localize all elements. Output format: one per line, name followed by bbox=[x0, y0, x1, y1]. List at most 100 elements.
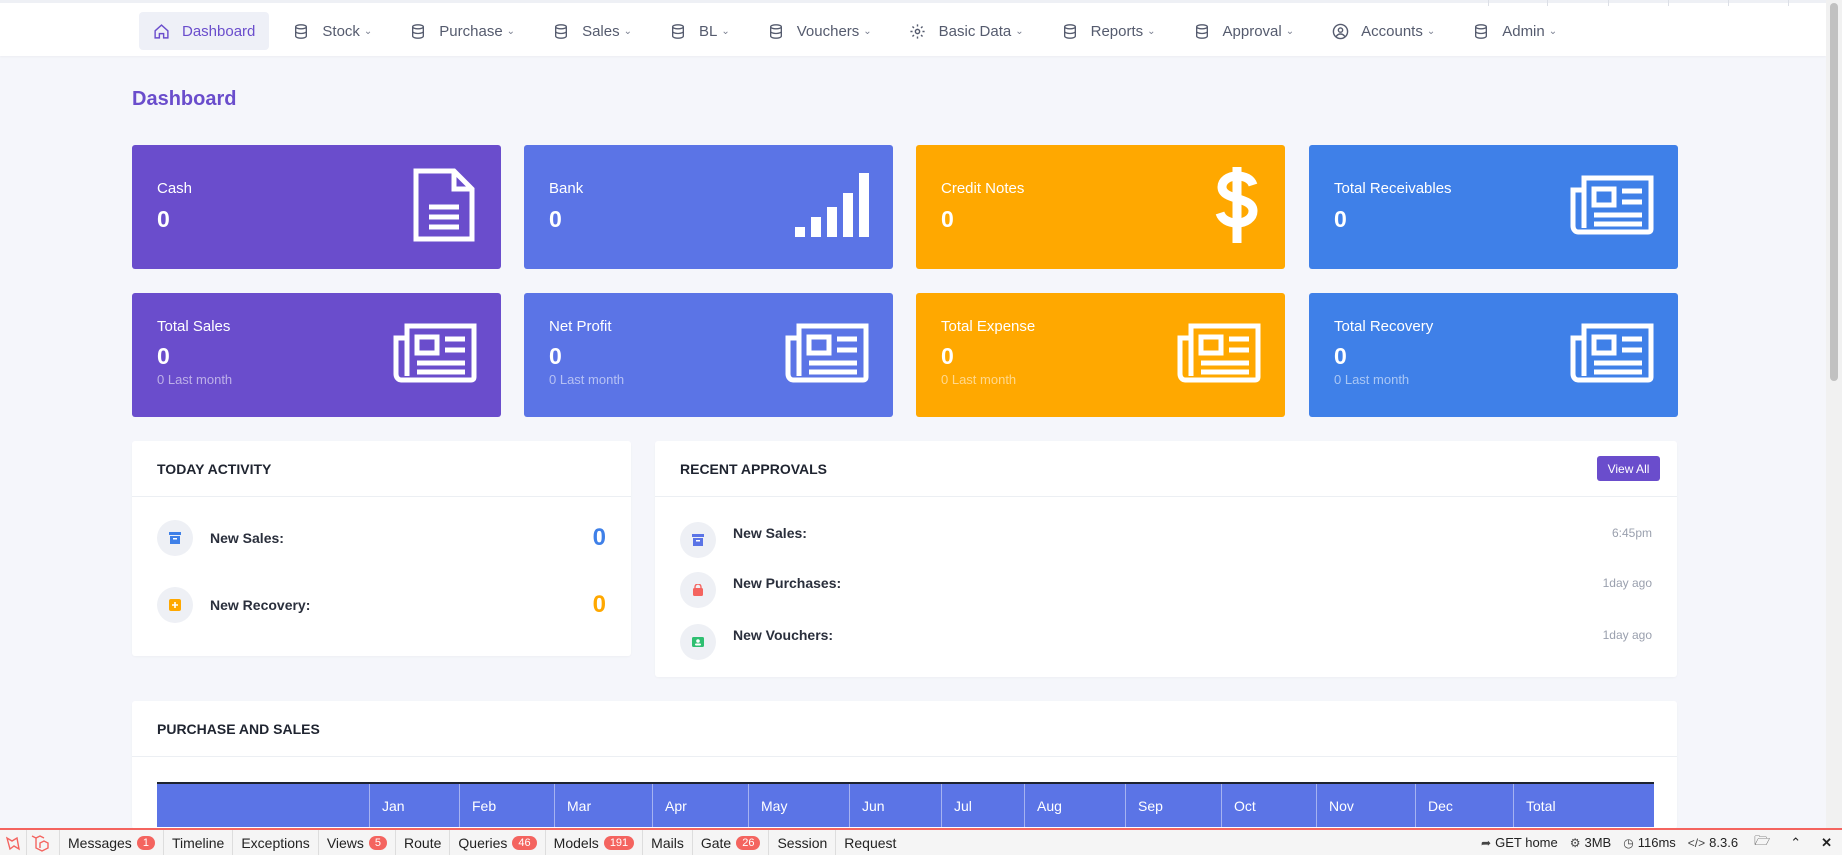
nav-basic-data[interactable]: Basic Data ⌄ bbox=[896, 12, 1038, 50]
stat-value: 0 bbox=[157, 206, 170, 232]
list-item[interactable]: New Sales: 6:45pm bbox=[680, 522, 1652, 558]
debugbar-tab-gate[interactable]: Gate 26 bbox=[693, 830, 770, 855]
debugbar-toggle-icon[interactable] bbox=[0, 830, 27, 855]
table-header-cell: Jul bbox=[941, 784, 1024, 827]
laravel-logo-icon[interactable] bbox=[27, 830, 60, 855]
nav-label: Admin bbox=[1502, 22, 1545, 40]
stat-card-bank[interactable]: Bank 0 bbox=[524, 145, 893, 269]
nav-label: Accounts bbox=[1361, 22, 1423, 40]
plus-square-icon bbox=[157, 587, 193, 623]
share-icon: ➦ bbox=[1481, 835, 1492, 850]
today-activity-card: TODAY ACTIVITY New Sales: 0 New Recovery… bbox=[132, 441, 631, 656]
chevron-down-icon: ⌄ bbox=[1147, 25, 1156, 37]
signal-bars-icon bbox=[795, 173, 869, 242]
stat-label: Total Expense bbox=[941, 318, 1036, 335]
nav-vouchers[interactable]: Vouchers ⌄ bbox=[754, 12, 886, 50]
database-icon bbox=[1061, 22, 1079, 40]
activity-label: New Sales: bbox=[210, 530, 284, 546]
count-badge: 1 bbox=[136, 835, 155, 850]
debugbar-tab-messages[interactable]: Messages 1 bbox=[60, 830, 164, 855]
debugbar-tab-timeline[interactable]: Timeline bbox=[164, 830, 234, 855]
stat-label: Total Receivables bbox=[1334, 180, 1452, 197]
list-item[interactable]: New Vouchers: 1day ago bbox=[680, 624, 1652, 660]
debugbar-tab-exceptions[interactable]: Exceptions bbox=[233, 830, 319, 855]
stat-card-net-profit[interactable]: Net Profit 0 0 Last month bbox=[524, 293, 893, 417]
table-header-cell: Total bbox=[1513, 784, 1654, 827]
table-header-cell: Sep bbox=[1125, 784, 1221, 827]
tab-label: Queries bbox=[458, 834, 508, 851]
nav-label: Basic Data bbox=[938, 22, 1012, 40]
nav-bl[interactable]: BL ⌄ bbox=[656, 12, 744, 50]
tab-label: Views bbox=[326, 834, 364, 851]
nav-stock[interactable]: Stock ⌄ bbox=[279, 12, 386, 50]
shopping-bag-icon bbox=[680, 572, 716, 608]
dollar-icon bbox=[1215, 165, 1259, 250]
nav-accounts[interactable]: Accounts ⌄ bbox=[1318, 12, 1449, 50]
chevron-up-icon[interactable]: ⌃ bbox=[1780, 835, 1811, 851]
php-version-indicator[interactable]: </> 8.3.6 bbox=[1682, 835, 1744, 850]
table-header-cell: Aug bbox=[1024, 784, 1125, 827]
view-all-button[interactable]: View All bbox=[1597, 456, 1660, 481]
time-indicator[interactable]: ◷ 116ms bbox=[1617, 835, 1682, 850]
debugbar-tab-queries[interactable]: Queries 46 bbox=[450, 830, 546, 855]
stat-label: Total Sales bbox=[157, 318, 231, 335]
divider bbox=[1728, 0, 1729, 6]
page-scrollbar[interactable] bbox=[1826, 0, 1842, 828]
stat-value: 0 bbox=[1334, 343, 1347, 369]
debugbar-tab-views[interactable]: Views 5 bbox=[319, 830, 397, 855]
tab-label: Messages bbox=[68, 834, 132, 851]
table-header-cell: Feb bbox=[459, 784, 554, 827]
close-icon[interactable]: ✕ bbox=[1811, 835, 1842, 851]
nav-reports[interactable]: Reports ⌄ bbox=[1048, 12, 1170, 50]
list-item[interactable]: New Purchases: 1day ago bbox=[680, 572, 1652, 608]
nav-label: BL bbox=[698, 22, 718, 40]
stat-card-total-expense[interactable]: Total Expense 0 0 Last month bbox=[916, 293, 1285, 417]
php-version-text: 8.3.6 bbox=[1709, 835, 1739, 850]
divider bbox=[1668, 0, 1669, 6]
stat-card-credit-notes[interactable]: Credit Notes 0 bbox=[916, 145, 1285, 269]
stat-sub: 0 Last month bbox=[157, 372, 233, 387]
stat-label: Net Profit bbox=[549, 318, 612, 335]
stat-card-total-recovery[interactable]: Total Recovery 0 0 Last month bbox=[1309, 293, 1678, 417]
stat-card-total-sales[interactable]: Total Sales 0 0 Last month bbox=[132, 293, 501, 417]
stat-value: 0 bbox=[549, 206, 562, 232]
nav-dashboard[interactable]: Dashboard bbox=[139, 12, 270, 50]
debugbar-tab-models[interactable]: Models 191 bbox=[546, 830, 644, 855]
newspaper-icon bbox=[1177, 323, 1261, 388]
debugbar: Messages 1 Timeline Exceptions Views 5 Rou… bbox=[0, 828, 1842, 855]
nav-approval[interactable]: Approval ⌄ bbox=[1180, 12, 1309, 50]
debugbar-tab-request[interactable]: Request bbox=[836, 830, 904, 855]
route-text: GET home bbox=[1495, 835, 1558, 850]
route-indicator[interactable]: ➦ GET home bbox=[1475, 835, 1564, 850]
stat-card-total-receivables[interactable]: Total Receivables 0 bbox=[1309, 145, 1678, 269]
approval-time: 6:45pm bbox=[1611, 526, 1652, 540]
count-badge: 46 bbox=[512, 835, 537, 850]
nav-label: Stock bbox=[322, 22, 360, 40]
nav-purchase[interactable]: Purchase ⌄ bbox=[396, 12, 529, 50]
folder-open-icon[interactable]: 🗁 bbox=[1744, 832, 1780, 854]
nav-sales[interactable]: Sales ⌄ bbox=[539, 12, 646, 50]
debugbar-tab-session[interactable]: Session bbox=[769, 830, 837, 855]
nav-admin[interactable]: Admin ⌄ bbox=[1459, 12, 1571, 50]
chevron-down-icon: ⌄ bbox=[721, 25, 730, 37]
divider bbox=[1547, 0, 1548, 6]
nav-label: Approval bbox=[1222, 22, 1282, 40]
recent-approvals-card: RECENT APPROVALS View All New Sales: 6:4… bbox=[655, 441, 1677, 677]
newspaper-icon bbox=[1570, 323, 1654, 388]
stat-card-cash[interactable]: Cash 0 bbox=[132, 145, 501, 269]
stat-sub: 0 Last month bbox=[549, 372, 625, 387]
scrollbar-thumb[interactable] bbox=[1830, 3, 1838, 381]
stat-sub: 0 Last month bbox=[1334, 372, 1410, 387]
document-icon bbox=[411, 167, 477, 248]
chevron-down-icon: ⌄ bbox=[863, 25, 872, 37]
tab-label: Request bbox=[844, 834, 897, 851]
tab-label: Session bbox=[777, 834, 828, 851]
newspaper-icon bbox=[393, 323, 477, 388]
debugbar-tab-mails[interactable]: Mails bbox=[643, 830, 693, 855]
debugbar-tab-route[interactable]: Route bbox=[396, 830, 451, 855]
time-text: 116ms bbox=[1637, 835, 1676, 850]
list-item: New Recovery: 0 bbox=[157, 587, 606, 623]
chevron-down-icon: ⌄ bbox=[1548, 25, 1558, 37]
memory-indicator[interactable]: ⚙ 3MB bbox=[1564, 835, 1618, 850]
table-header-cell bbox=[157, 784, 369, 827]
